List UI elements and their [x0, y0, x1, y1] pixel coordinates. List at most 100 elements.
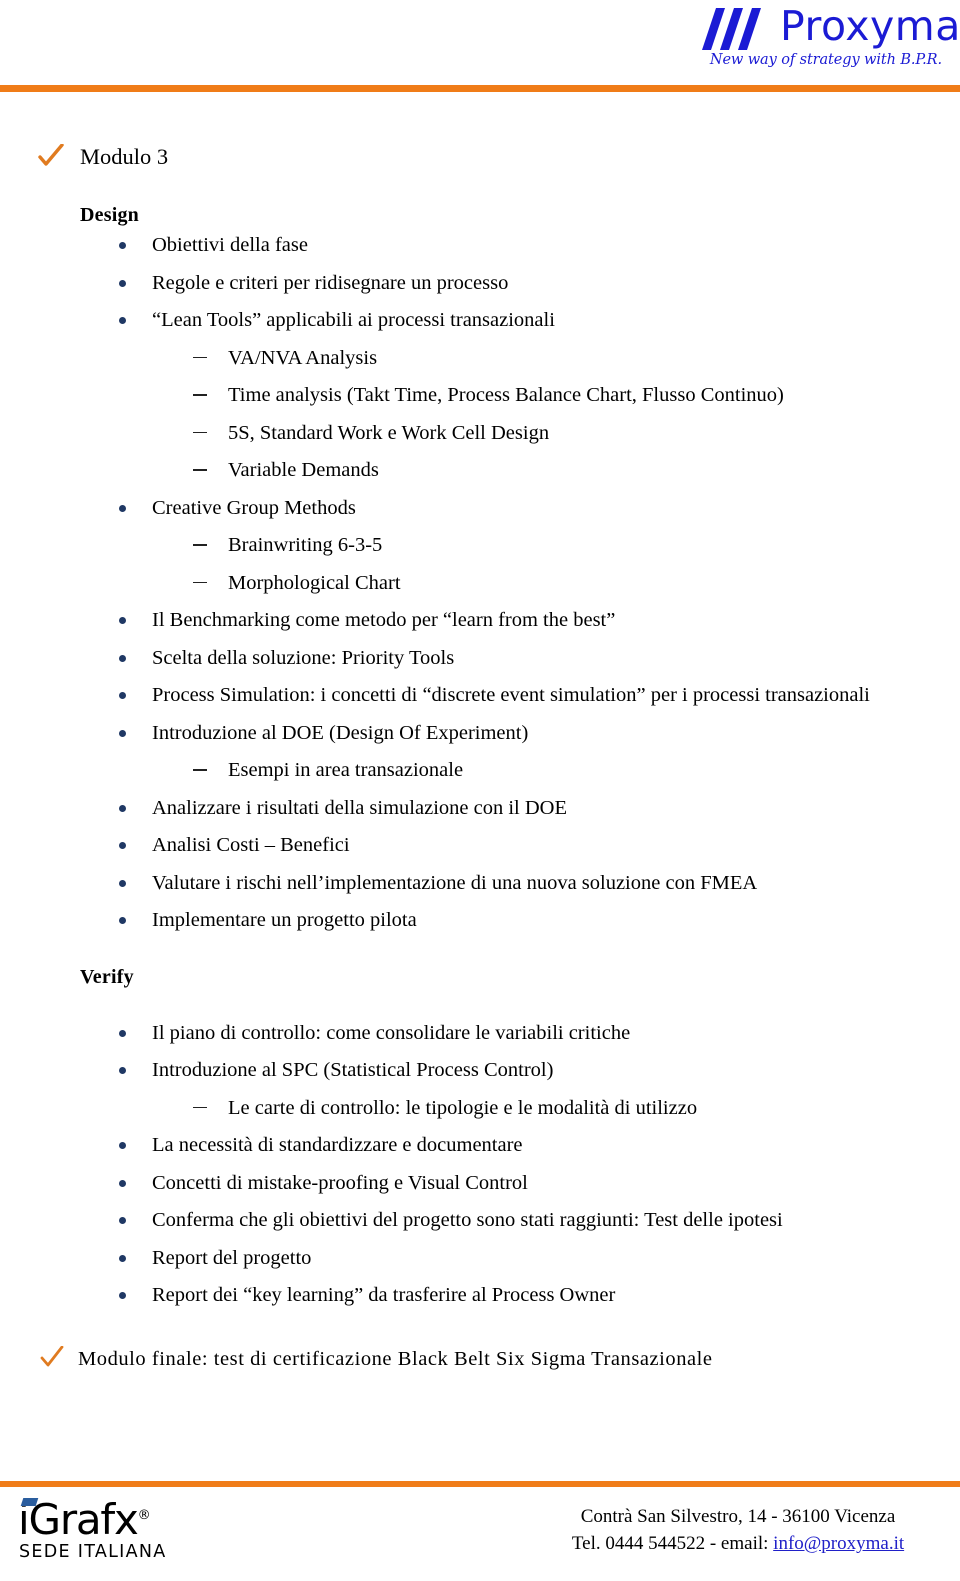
email-link[interactable]: info@proxyma.it	[773, 1533, 904, 1554]
list-item-label: Esempi in area transazionale	[228, 759, 464, 781]
igrafx-logo: iGrafx® SEDE ITALIANA	[16, 1495, 176, 1571]
bullet-dot-icon	[119, 1254, 126, 1262]
list-item: “Lean Tools” applicabili ai processi tra…	[0, 302, 960, 340]
page-header: Proxyma® New way of strategy with B.P.R.	[0, 0, 960, 96]
proxyma-wordmark: Proxyma®	[780, 2, 960, 50]
bullet-dot-icon	[119, 917, 126, 924]
footer-address: Contrà San Silvestro, 14 - 36100 Vicenza	[580, 1506, 896, 1527]
list-item-label: Conferma che gli obiettivi del progetto …	[152, 1209, 783, 1231]
list-item-label: Report dei “key learning” da trasferire …	[152, 1284, 616, 1306]
list-item: Il piano di controllo: come consolidare …	[0, 1015, 960, 1053]
list-item: Variable Demands	[0, 452, 960, 490]
section-heading-verify: Verify	[80, 965, 134, 988]
list-item: Process Simulation: i concetti di “discr…	[0, 677, 960, 715]
bullet-dot-icon	[119, 504, 126, 512]
three-slashes-icon	[702, 8, 761, 50]
bullet-dot-icon	[119, 879, 126, 887]
list-item-label: Creative Group Methods	[152, 496, 356, 519]
list-item-label: Il Benchmarking come metodo per “learn f…	[152, 609, 616, 631]
list-item-label: Brainwriting 6-3-5	[228, 534, 383, 556]
list-item-label: Il piano di controllo: come consolidare …	[152, 1021, 631, 1044]
list-item-label: Variable Demands	[228, 459, 379, 481]
list-item: Report del progetto	[0, 1240, 960, 1278]
list-item: Introduzione al SPC (Statistical Process…	[0, 1052, 960, 1090]
list-item: Time analysis (Takt Time, Process Balanc…	[0, 377, 960, 415]
list-item: Esempi in area transazionale	[0, 752, 960, 790]
list-item: Report dei “key learning” da trasferire …	[0, 1277, 960, 1315]
bullet-dot-icon	[119, 1217, 126, 1224]
list-item-label: Time analysis (Takt Time, Process Balanc…	[228, 384, 784, 406]
list-item: Brainwriting 6-3-5	[0, 527, 960, 565]
list-item: Morphological Chart	[0, 565, 960, 603]
bullet-dot-icon	[119, 317, 126, 324]
list-item: Regole e criteri per ridisegnare un proc…	[0, 265, 960, 303]
list-item-label: Obiettivi della fase	[152, 234, 308, 256]
list-item: Analisi Costi – Benefici	[0, 827, 960, 865]
list-item-label: Valutare i rischi nell’implementazione d…	[152, 871, 758, 894]
page-footer: iGrafx® SEDE ITALIANA Contrà San Silvest…	[0, 1481, 960, 1581]
footer-phone-label: Tel. 0444 544522 - email:	[571, 1533, 774, 1554]
module-title-row: Modulo 3	[0, 144, 960, 180]
list-item-label: Analizzare i risultati della simulazione…	[152, 796, 567, 819]
list-item: VA/NVA Analysis	[0, 340, 960, 378]
list-item: Creative Group Methods	[0, 490, 960, 528]
list-item: Implementare un progetto pilota	[0, 902, 960, 940]
list-item: Scelta della soluzione: Priority Tools	[0, 640, 960, 678]
document-content: Modulo 3 Design Obiettivi della fase Reg…	[0, 96, 960, 1385]
list-item: Obiettivi della fase	[0, 227, 960, 265]
list-item-label: Report del progetto	[152, 1246, 312, 1269]
list-item-label: Le carte di controllo: le tipologie e le…	[228, 1096, 698, 1119]
dash-bullet-icon	[193, 769, 207, 771]
list-item-label: Implementare un progetto pilota	[152, 909, 417, 931]
orange-checkmark-icon	[40, 1345, 64, 1366]
proxyma-logo: Proxyma® New way of strategy with B.P.R.	[692, 2, 960, 76]
bullet-dot-icon	[119, 1029, 126, 1037]
orange-checkmark-icon	[38, 144, 64, 166]
list-item-label: Scelta della soluzione: Priority Tools	[152, 646, 455, 669]
bullet-dot-icon	[119, 692, 126, 699]
bullet-dot-icon	[119, 1067, 126, 1074]
list-item-label: Introduzione al SPC (Statistical Process…	[152, 1059, 554, 1081]
bullet-dot-icon	[119, 842, 126, 849]
list-item: Le carte di controllo: le tipologie e le…	[0, 1090, 960, 1128]
verify-bullet-list: Il piano di controllo: come consolidare …	[0, 1015, 960, 1315]
dash-bullet-icon	[193, 394, 207, 396]
igrafx-registered-mark: ®	[137, 1508, 151, 1523]
dash-bullet-icon	[193, 431, 207, 434]
footer-contact-line: Tel. 0444 544522 - email: info@proxyma.i…	[538, 1530, 938, 1557]
page-title: Modulo 3	[80, 144, 169, 169]
list-item: 5S, Standard Work e Work Cell Design	[0, 415, 960, 453]
list-item-label: Process Simulation: i concetti di “discr…	[152, 684, 870, 706]
bullet-dot-icon	[119, 279, 126, 287]
list-item-label: Analisi Costi – Benefici	[152, 834, 350, 856]
list-item: Analizzare i risultati della simulazione…	[0, 790, 960, 828]
bullet-dot-icon	[119, 1179, 126, 1187]
footer-accent-rule	[0, 1481, 960, 1487]
dash-bullet-icon	[193, 356, 207, 359]
dash-bullet-icon	[193, 544, 207, 546]
list-item-label: Concetti di mistake-proofing e Visual Co…	[152, 1171, 528, 1194]
list-item: Valutare i rischi nell’implementazione d…	[0, 865, 960, 903]
igrafx-subtitle: SEDE ITALIANA	[19, 1542, 167, 1562]
list-item: Conferma che gli obiettivi del progetto …	[0, 1202, 960, 1240]
list-item-label: 5S, Standard Work e Work Cell Design	[228, 421, 550, 444]
bullet-dot-icon	[119, 617, 126, 624]
dash-bullet-icon	[193, 1106, 207, 1109]
list-item-label: Regole e criteri per ridisegnare un proc…	[152, 271, 509, 294]
bullet-dot-icon	[119, 1142, 126, 1149]
final-note-label: Modulo finale: test di certificazione Bl…	[78, 1347, 713, 1370]
list-item-label: “Lean Tools” applicabili ai processi tra…	[152, 309, 555, 331]
dash-bullet-icon	[193, 469, 207, 471]
list-item: Concetti di mistake-proofing e Visual Co…	[0, 1165, 960, 1203]
list-item: Il Benchmarking come metodo per “learn f…	[0, 602, 960, 640]
igrafx-flag-icon	[20, 1498, 39, 1506]
dash-bullet-icon	[193, 581, 207, 584]
header-accent-rule	[0, 85, 960, 92]
list-item-label: La necessità di standardizzare e documen…	[152, 1134, 523, 1156]
brand-name: Proxyma	[780, 2, 960, 50]
list-item-label: Morphological Chart	[228, 571, 401, 594]
list-item: Introduzione al DOE (Design Of Experimen…	[0, 715, 960, 753]
igrafx-wordmark: iGrafx®	[18, 1495, 151, 1544]
bullet-dot-icon	[119, 804, 126, 812]
list-item: La necessità di standardizzare e documen…	[0, 1127, 960, 1165]
